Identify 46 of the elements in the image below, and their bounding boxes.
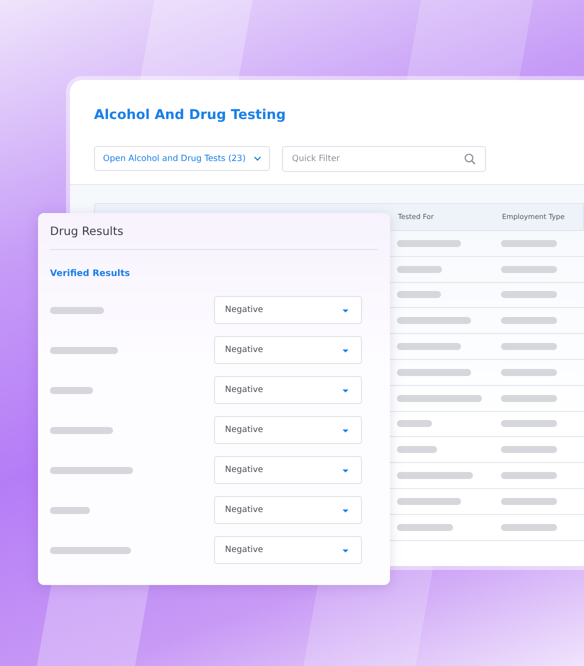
result-select[interactable]: Negative xyxy=(214,376,362,404)
result-select[interactable]: Negative xyxy=(214,336,362,364)
result-select[interactable]: Negative xyxy=(214,456,362,484)
page-title: Alcohol And Drug Testing xyxy=(94,106,287,124)
search-icon xyxy=(464,153,476,165)
caret-icon xyxy=(342,468,349,472)
filter-dropdown[interactable]: Open Alcohol and Drug Tests (23) xyxy=(94,146,270,171)
section-heading: Verified Results xyxy=(50,268,131,280)
caret-icon xyxy=(342,308,349,312)
placeholder-bar xyxy=(397,498,461,505)
placeholder-bar xyxy=(397,266,442,273)
placeholder-bar xyxy=(397,291,441,298)
result-select[interactable]: Negative xyxy=(214,496,362,524)
placeholder-bar xyxy=(397,524,453,531)
placeholder-bar xyxy=(501,317,557,324)
caret-icon xyxy=(342,428,349,432)
caret-icon xyxy=(342,548,349,552)
caret-icon xyxy=(342,388,349,392)
caret-icon xyxy=(342,508,349,512)
result-select[interactable]: Negative xyxy=(214,296,362,324)
placeholder-bar xyxy=(501,343,557,350)
placeholder-bar xyxy=(50,426,113,434)
placeholder-bar xyxy=(501,472,557,480)
caret-icon xyxy=(254,156,261,161)
caret-icon xyxy=(342,348,349,352)
placeholder-bar xyxy=(501,524,557,531)
result-select[interactable]: Negative xyxy=(214,536,362,564)
placeholder-bar xyxy=(501,420,557,428)
placeholder-bar xyxy=(397,446,437,454)
placeholder-bar xyxy=(50,346,118,354)
placeholder-bar xyxy=(501,266,557,273)
placeholder-bar xyxy=(501,498,557,505)
placeholder-bar xyxy=(501,394,557,402)
placeholder-bar xyxy=(397,240,461,247)
quick-filter-field[interactable]: Quick Filter xyxy=(282,146,486,172)
placeholder-bar xyxy=(501,446,557,454)
placeholder-bar xyxy=(50,386,93,394)
placeholder-bar xyxy=(501,240,557,247)
placeholder-bar xyxy=(397,420,432,428)
result-select[interactable]: Negative xyxy=(214,416,362,444)
panel-title: Drug Results xyxy=(50,225,124,238)
placeholder-bar xyxy=(501,291,557,298)
placeholder-bar xyxy=(397,343,461,350)
placeholder-bar xyxy=(50,506,90,514)
placeholder-bar xyxy=(501,368,557,376)
placeholder-bar xyxy=(50,306,104,314)
